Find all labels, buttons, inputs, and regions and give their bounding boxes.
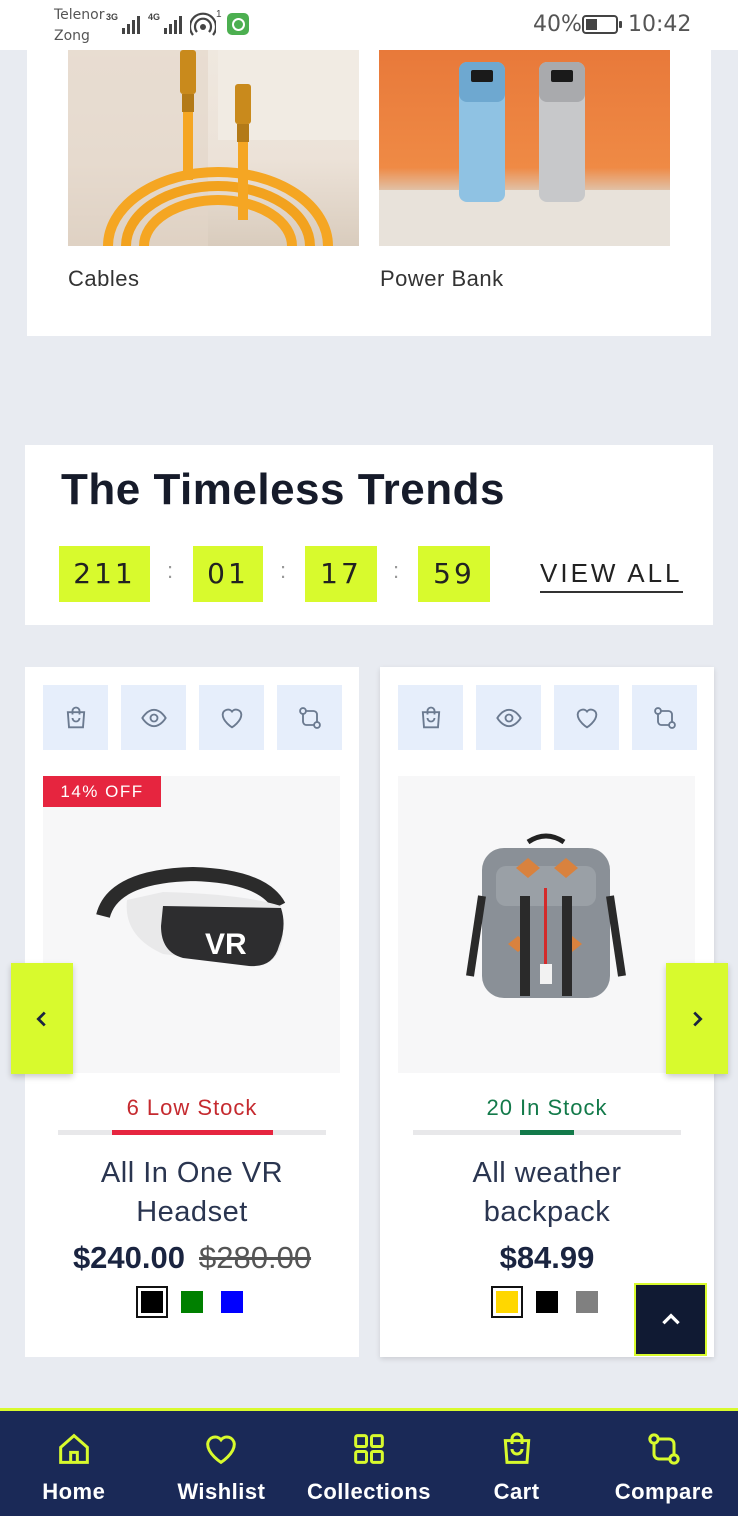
chevron-up-icon [661, 1312, 680, 1324]
chevron-left-icon [36, 1011, 46, 1026]
product-card[interactable]: 20 In Stock All weather backpack $84.99 [380, 667, 714, 1357]
countdown-minutes: 17 [305, 546, 377, 602]
signal-2-icon: 4G [148, 12, 183, 34]
clock: 10:42 [628, 12, 692, 37]
section-title: The Timeless Trends [61, 465, 505, 514]
category-label-power-bank[interactable]: Power Bank [380, 266, 504, 292]
eye-icon [495, 708, 522, 727]
category-card: Cables Power Bank [27, 50, 711, 336]
grid-icon [354, 1434, 384, 1464]
product-actions [43, 685, 342, 750]
product-name[interactable]: All In One VR Headset [25, 1154, 359, 1232]
stock-status: 6 Low Stock [126, 1095, 258, 1120]
signal-1-icon: 3G [106, 12, 141, 34]
countdown-hours: 01 [193, 546, 263, 602]
product-actions [398, 685, 697, 750]
compare-icon [648, 1433, 680, 1465]
nav-compare[interactable]: Compare [590, 1411, 738, 1516]
nav-home[interactable]: Home [0, 1411, 148, 1516]
backpack-image[interactable] [398, 776, 695, 1073]
product-card[interactable]: VR 14% OFF 6 Low Stock All In One VR Hea… [25, 667, 359, 1357]
original-price: $280.00 [199, 1240, 312, 1275]
current-price: $240.00 [72, 1240, 185, 1275]
view-all-link[interactable]: VIEW ALL [540, 558, 683, 593]
color-swatch[interactable] [221, 1291, 243, 1313]
product-price: $240.00 $280.00 [25, 1240, 359, 1276]
cart-icon [421, 706, 440, 728]
trends-header: The Timeless Trends 211 : 01 : 17 : 59 V… [25, 445, 713, 625]
nav-cart[interactable]: Cart [443, 1411, 591, 1516]
status-bar: Telenor Zong 3G 4G 1 40% 10:42 [0, 0, 738, 50]
eye-icon [140, 708, 167, 727]
carousel-next-button[interactable] [666, 963, 728, 1074]
power-bank-image[interactable] [379, 50, 670, 246]
category-label-cables[interactable]: Cables [68, 266, 139, 292]
vr-headset-image[interactable]: VR [43, 776, 340, 1073]
chevron-right-icon [693, 1011, 703, 1026]
compare-icon [298, 706, 321, 729]
discount-badge: 14% OFF [43, 776, 161, 807]
stock-bar [413, 1130, 681, 1135]
cables-image[interactable] [68, 50, 359, 246]
nav-collections[interactable]: Collections [295, 1411, 443, 1516]
countdown-days: 211 [59, 546, 150, 602]
current-price: $84.99 [499, 1240, 595, 1275]
product-name[interactable]: All weather backpack [380, 1154, 714, 1232]
heart-icon [576, 708, 597, 728]
app-notification-icon [227, 13, 249, 35]
svg-text:VR: VR [205, 928, 247, 961]
stock-bar [58, 1130, 326, 1135]
heart-icon [221, 708, 242, 728]
color-swatch[interactable] [536, 1291, 558, 1313]
carousel-prev-button[interactable] [11, 963, 73, 1074]
carrier-1: Telenor [54, 7, 105, 23]
quick-view-button[interactable] [121, 685, 186, 750]
wishlist-button[interactable] [199, 685, 264, 750]
hotspot-icon [190, 12, 216, 36]
scroll-to-top-button[interactable] [634, 1283, 707, 1356]
countdown-separator: : [167, 558, 174, 583]
compare-button[interactable] [632, 685, 697, 750]
add-to-cart-button[interactable] [43, 685, 108, 750]
color-swatch[interactable] [576, 1291, 598, 1313]
countdown-separator: : [280, 558, 287, 583]
add-to-cart-button[interactable] [398, 685, 463, 750]
compare-button[interactable] [277, 685, 342, 750]
carrier-2: Zong [54, 28, 90, 44]
color-swatch[interactable] [136, 1286, 168, 1318]
hotspot-count: 1 [216, 9, 222, 20]
compare-icon [653, 706, 676, 729]
color-swatches [25, 1286, 359, 1318]
bottom-navigation: Home Wishlist Collections Cart Compare [0, 1408, 738, 1516]
quick-view-button[interactable] [476, 685, 541, 750]
color-swatch[interactable] [491, 1286, 523, 1318]
stock-status: 20 In Stock [486, 1095, 608, 1120]
countdown-seconds: 59 [418, 546, 490, 602]
color-swatch[interactable] [181, 1291, 203, 1313]
battery-percent: 40% [533, 12, 582, 37]
cart-icon [66, 706, 85, 728]
home-icon [58, 1433, 89, 1464]
battery-icon [582, 15, 622, 34]
countdown-separator: : [393, 558, 400, 583]
wishlist-button[interactable] [554, 685, 619, 750]
product-price: $84.99 [380, 1240, 714, 1276]
bag-icon [503, 1432, 530, 1464]
nav-wishlist[interactable]: Wishlist [148, 1411, 296, 1516]
heart-icon [206, 1435, 237, 1465]
